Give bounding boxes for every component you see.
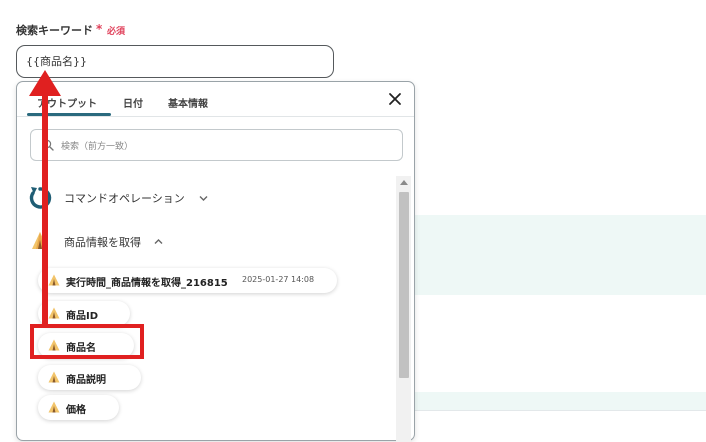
filter-placeholder: 検索（前方一致） [61, 142, 134, 152]
divider [408, 410, 706, 411]
annotation-arrow-shaft [42, 90, 48, 326]
chip-date: 2025-01-27 14:08 [242, 275, 315, 284]
divider [17, 116, 414, 117]
chip-label: 価格 [66, 405, 86, 416]
group-get-product-info[interactable]: 商品情報を取得 [27, 229, 267, 255]
store-tent-icon [48, 307, 60, 319]
required-mark: * [96, 22, 103, 36]
chip-label: 実行時間_商品情報を取得_216815 [66, 278, 228, 289]
group-command-operation[interactable]: コマンドオペレーション [27, 185, 267, 211]
annotation-arrow-head [29, 70, 61, 96]
group-label: コマンドオペレーション [64, 192, 185, 205]
variable-chip-product-description[interactable]: 商品説明 [38, 365, 141, 390]
store-tent-icon [48, 371, 60, 383]
chip-label: 商品ID [66, 311, 99, 322]
background-panel [408, 392, 706, 410]
annotation-highlight-box [30, 324, 144, 359]
tab-basic-info[interactable]: 基本情報 [168, 95, 208, 110]
chip-label: 商品説明 [66, 375, 106, 386]
background-panel [408, 215, 706, 295]
refresh-icon [29, 187, 52, 209]
search-keyword-input[interactable]: {{商品名}} [16, 45, 334, 78]
group-label: 商品情報を取得 [64, 236, 141, 249]
required-badge: 必須 [107, 27, 126, 37]
chevron-up-icon [154, 239, 163, 244]
scroll-up-arrow[interactable] [400, 180, 408, 185]
store-tent-icon [48, 274, 60, 286]
field-label: 検索キーワード [16, 24, 93, 37]
variable-chip-price[interactable]: 価格 [38, 395, 119, 420]
variable-chip-product-id[interactable]: 商品ID [38, 301, 130, 326]
filter-search-input[interactable]: 検索（前方一致） [30, 129, 403, 161]
tab-date[interactable]: 日付 [123, 95, 143, 110]
close-icon[interactable] [387, 91, 403, 107]
chevron-down-icon [199, 196, 208, 201]
store-tent-icon [48, 401, 60, 413]
scrollbar-thumb[interactable] [399, 192, 409, 378]
variable-chip-execution-time[interactable]: 実行時間_商品情報を取得_216815 2025-01-27 14:08 [38, 268, 337, 293]
variable-picker-popup: アウトプット 日付 基本情報 検索（前方一致） コマンドオペレーション 商品情報… [16, 81, 415, 442]
